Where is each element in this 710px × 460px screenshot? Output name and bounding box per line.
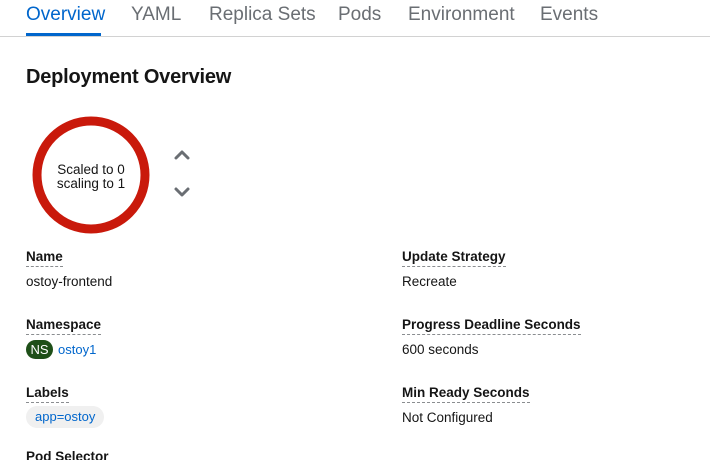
tab-events[interactable]: Events — [540, 4, 598, 26]
pod-ring-target: scaling to 1 — [56, 176, 126, 191]
label-chip[interactable]: app=ostoy — [26, 406, 105, 428]
tab-environment[interactable]: Environment — [408, 4, 515, 26]
name-value: ostoy-frontend — [26, 274, 113, 289]
namespace-label: Namespace — [26, 317, 102, 335]
active-tab-indicator — [26, 33, 101, 36]
progress-deadline-label: Progress Deadline Seconds — [402, 317, 581, 335]
min-ready-value: Not Configured — [402, 410, 493, 425]
chevron-up-icon[interactable] — [172, 147, 192, 163]
pod-selector-label: Pod Selector — [26, 449, 109, 460]
namespace-link[interactable]: ostoy1 — [58, 342, 96, 357]
update-strategy-label: Update Strategy — [402, 249, 506, 267]
pod-ring-label: Scaled to 0 scaling to 1 — [31, 163, 151, 191]
tab-bar: Overview YAML Replica Sets Pods Environm… — [0, 0, 710, 37]
update-strategy-value: Recreate — [402, 274, 457, 289]
tab-yaml[interactable]: YAML — [131, 4, 181, 26]
tab-replica-sets[interactable]: Replica Sets — [209, 4, 316, 26]
progress-deadline-value: 600 seconds — [402, 342, 479, 357]
page-title: Deployment Overview — [26, 66, 232, 88]
tab-pods[interactable]: Pods — [338, 4, 381, 26]
name-label: Name — [26, 249, 63, 267]
pod-ring-status: Scaled to 0 — [57, 162, 125, 177]
tab-overview[interactable]: Overview — [26, 4, 105, 26]
min-ready-label: Min Ready Seconds — [402, 385, 530, 403]
chevron-down-icon[interactable] — [172, 184, 192, 200]
labels-label: Labels — [26, 385, 69, 403]
namespace-badge: NS — [26, 340, 53, 359]
